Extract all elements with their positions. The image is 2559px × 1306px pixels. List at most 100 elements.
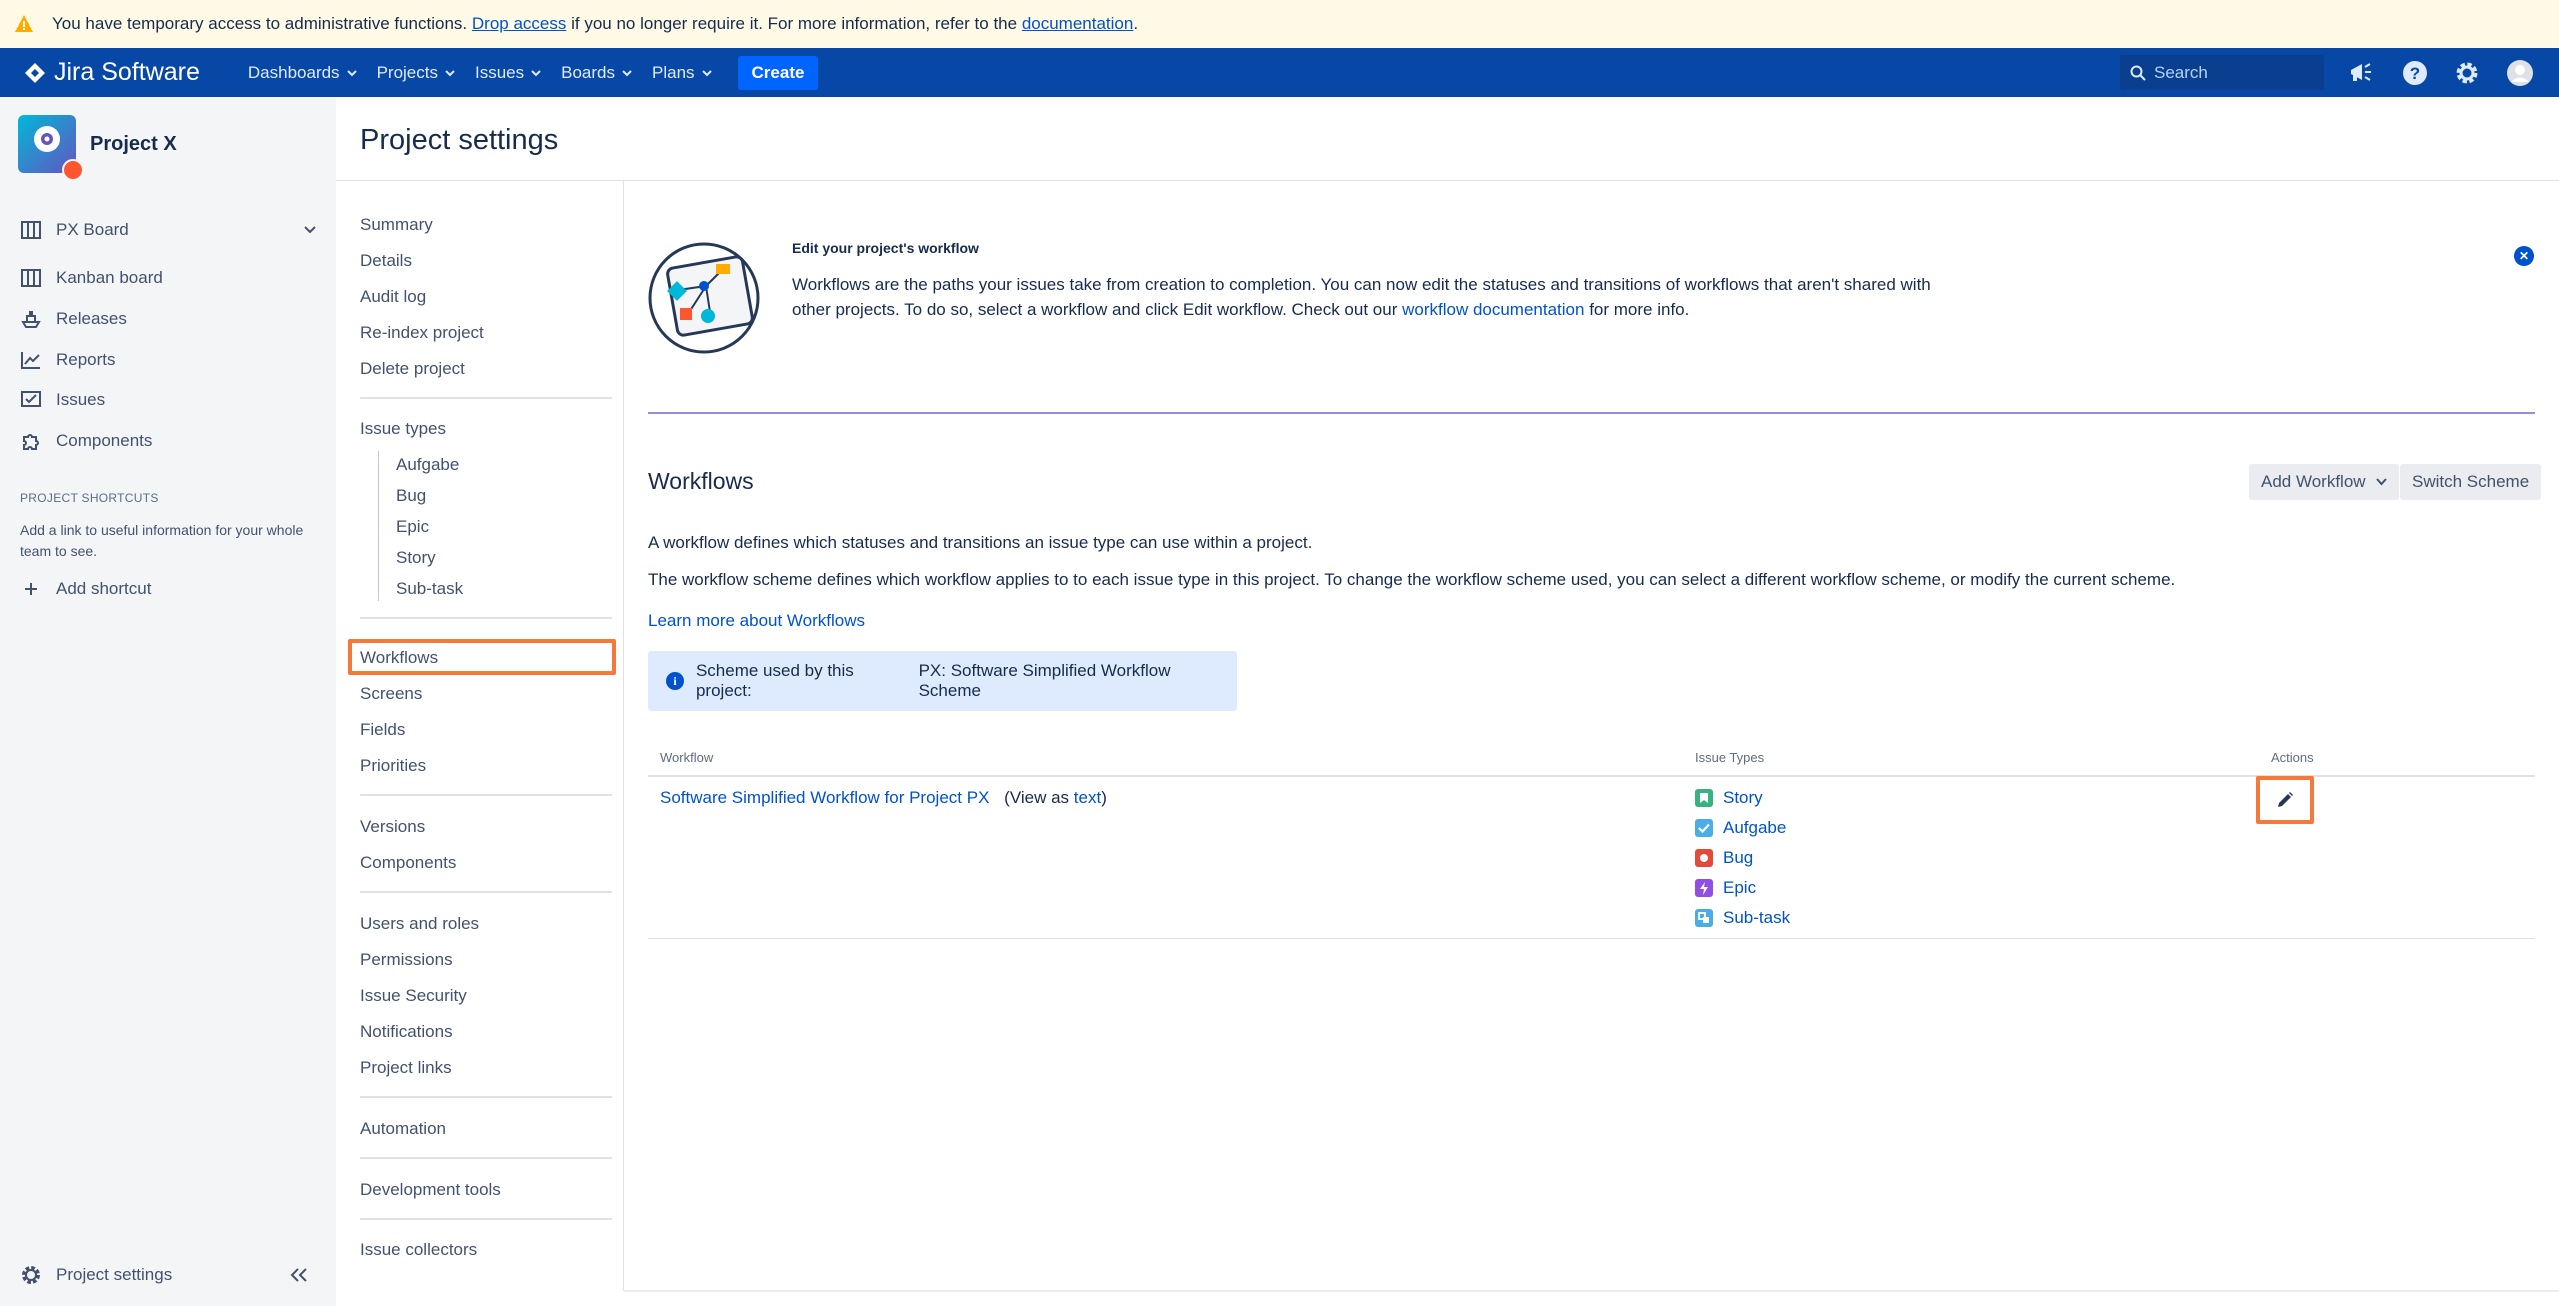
sidebar-item-components[interactable]: Components [20,430,152,452]
settings-nav-delete-project[interactable]: Delete project [360,359,465,379]
settings-nav-notifications[interactable]: Notifications [360,1022,453,1042]
settings-nav-priorities[interactable]: Priorities [360,756,426,776]
settings-nav-screens[interactable]: Screens [360,684,422,704]
close-icon[interactable]: ✕ [2514,246,2534,266]
nav-projects-label: Projects [376,62,438,82]
bug-icon [1695,849,1713,867]
nav-plans-label: Plans [652,62,695,82]
warning-icon [15,15,33,32]
settings-nav-fields[interactable]: Fields [360,720,405,740]
nav-boards-label: Boards [561,62,615,82]
ship-icon [20,308,42,330]
plus-icon [20,578,42,600]
info-description: Workflows are the paths your issues take… [792,272,1942,322]
issue-type-subtask-link[interactable]: Sub-task [1723,908,1790,928]
top-navigation: Jira Software Dashboards Projects Issues… [0,48,2559,97]
add-shortcut-button[interactable]: Add shortcut [20,578,151,600]
nav-issues-label: Issues [474,62,525,82]
settings-nav-components[interactable]: Components [360,853,456,873]
project-name: Project X [90,132,177,155]
user-avatar-icon[interactable] [2505,58,2535,88]
documentation-link[interactable]: documentation [1022,14,1134,34]
sidebar-item-issues[interactable]: Issues [20,389,105,411]
nav-projects[interactable]: Projects [377,56,455,90]
view-as-text-link[interactable]: text [1074,788,1101,807]
settings-nav-details[interactable]: Details [360,251,412,271]
board-label: PX Board [56,220,129,239]
learn-more-link[interactable]: Learn more about Workflows [648,611,865,631]
settings-nav-issue-types[interactable]: Issue types [360,419,446,439]
nav-divider [360,794,612,796]
drop-access-link[interactable]: Drop access [472,14,566,34]
create-button[interactable]: Create [737,55,819,90]
settings-nav-issue-collectors[interactable]: Issue collectors [360,1240,477,1260]
settings-nav-issue-type-epic[interactable]: Epic [396,517,429,537]
settings-nav-automation[interactable]: Automation [360,1119,446,1139]
workflow-documentation-link[interactable]: workflow documentation [1402,300,1584,319]
settings-nav-summary[interactable]: Summary [360,215,433,235]
nav-divider [360,891,612,893]
notifications-megaphone-icon[interactable] [2346,58,2376,88]
column-header-actions: Actions [2271,750,2314,765]
sidebar-project-settings[interactable]: Project settings [20,1264,172,1286]
issue-type-aufgabe-link[interactable]: Aufgabe [1723,818,1786,838]
nav-divider [360,1157,612,1159]
issue-type-bug-link[interactable]: Bug [1723,848,1753,868]
workflow-name-link[interactable]: Software Simplified Workflow for Project… [660,788,989,807]
nav-issues[interactable]: Issues [475,56,541,90]
settings-nav-versions[interactable]: Versions [360,817,425,837]
table-header-divider [648,775,2535,777]
settings-nav-workflows[interactable]: Workflows [360,648,438,668]
switch-scheme-button[interactable]: Switch Scheme [2400,464,2542,500]
shortcuts-note: Add a link to useful information for you… [20,522,304,559]
settings-nav-issue-type-subtask[interactable]: Sub-task [396,579,463,599]
settings-nav-permissions[interactable]: Permissions [360,950,453,970]
settings-nav-audit-log[interactable]: Audit log [360,287,426,307]
sidebar-item-label: Issues [56,390,106,409]
nav-dashboards[interactable]: Dashboards [248,56,357,90]
project-header[interactable]: Project X [18,115,177,181]
gear-icon [20,1264,42,1286]
chevron-down-icon [531,69,541,76]
view-as-post: ) [1101,788,1107,807]
issue-type-subtask: Sub-task [1695,908,1790,928]
view-as-label: (View as text) [1004,788,1107,807]
banner-text-mid: if you no longer require it. For more in… [571,14,1018,33]
settings-nav-issue-type-aufgabe[interactable]: Aufgabe [396,455,459,475]
settings-nav-issue-type-bug[interactable]: Bug [396,486,426,506]
nav-dashboards-label: Dashboards [247,62,340,82]
sidebar-board-selector[interactable]: PX Board [20,219,316,241]
add-workflow-button[interactable]: Add Workflow [2249,464,2399,500]
issue-type-epic-link[interactable]: Epic [1723,878,1756,898]
chevron-down-icon [701,69,712,76]
issue-type-epic: Epic [1695,878,1756,898]
nav-divider [360,1096,612,1098]
search-input[interactable] [2154,62,2314,83]
settings-nav-issue-security[interactable]: Issue Security [360,986,467,1006]
nav-plans[interactable]: Plans [652,56,712,90]
settings-gear-icon[interactable] [2452,58,2482,88]
sidebar-item-label: Releases [56,309,127,328]
settings-nav-development-tools[interactable]: Development tools [360,1180,501,1200]
sidebar-item-reports[interactable]: Reports [20,349,116,371]
settings-nav-reindex[interactable]: Re-index project [360,323,484,343]
issue-type-story-link[interactable]: Story [1723,788,1763,808]
table-row: Software Simplified Workflow for Project… [660,788,1107,808]
sidebar-item-label: Components [56,431,153,450]
issues-icon [20,389,42,411]
settings-nav-project-links[interactable]: Project links [360,1058,452,1078]
project-sidebar: Project X PX Board Kanban board Releases… [0,97,336,1306]
sidebar-item-releases[interactable]: Releases [20,308,127,330]
settings-nav-issue-type-story[interactable]: Story [396,548,436,568]
sidebar-item-kanban-board[interactable]: Kanban board [20,267,163,289]
page-title: Project settings [360,124,559,156]
search-box[interactable] [2120,55,2324,90]
jira-logo[interactable]: Jira Software [24,58,200,87]
nav-boards[interactable]: Boards [561,56,632,90]
collapse-sidebar-icon[interactable] [290,1268,308,1287]
help-icon[interactable]: ? [2400,58,2430,88]
chart-line-icon [20,349,42,371]
settings-nav-users-roles[interactable]: Users and roles [360,914,479,934]
search-icon [2130,65,2146,81]
edit-workflow-button[interactable] [2256,776,2314,824]
